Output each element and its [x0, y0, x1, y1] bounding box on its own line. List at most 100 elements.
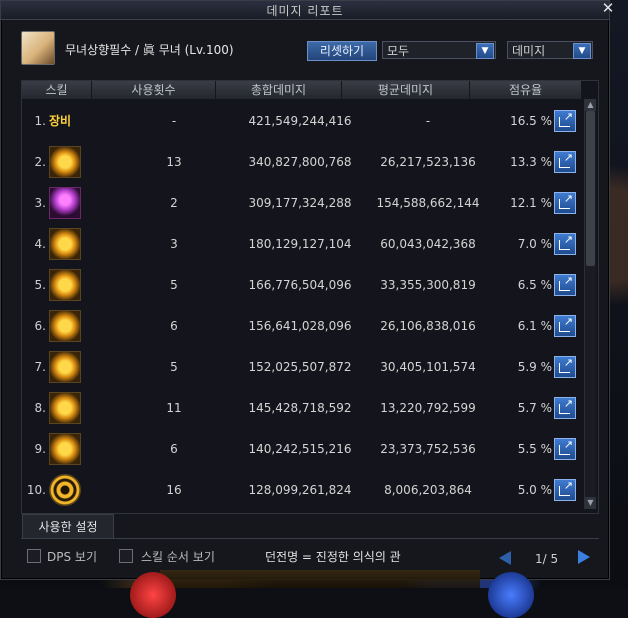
total-damage: 140,242,515,216	[248, 442, 352, 456]
row-rank: 3.	[34, 196, 46, 210]
average-damage: 26,217,523,136	[380, 155, 476, 169]
export-icon[interactable]	[554, 479, 576, 501]
use-count: -	[171, 114, 177, 128]
export-icon[interactable]	[554, 438, 576, 460]
use-count: 13	[166, 155, 182, 169]
row-rank: 7.	[34, 360, 46, 374]
filter-scope-value: 모두	[387, 44, 410, 58]
header-average[interactable]: 평균데미지	[342, 81, 470, 99]
use-count: 2	[170, 196, 178, 210]
share-percent: 5.7 %	[517, 401, 552, 415]
export-icon[interactable]	[554, 397, 576, 419]
next-page-icon[interactable]	[578, 550, 590, 564]
total-damage: 340,827,800,768	[248, 155, 352, 169]
total-damage: 152,025,507,872	[248, 360, 352, 374]
share-percent: 6.1 %	[517, 319, 552, 333]
table-row: 10. 16 128,099,261,824 8,006,203,864 5.0…	[22, 471, 582, 510]
average-damage: 13,220,792,599	[380, 401, 476, 415]
average-damage: 30,405,101,574	[380, 360, 476, 374]
header-uses[interactable]: 사용횟수	[92, 81, 216, 99]
table-row: 1. 장비 - 421,549,244,416 - 16.5 %	[22, 102, 582, 141]
table-row: 3. 2 309,177,324,288 154,588,662,144 12.…	[22, 184, 582, 223]
mp-orb	[488, 572, 534, 618]
export-icon[interactable]	[554, 274, 576, 296]
total-damage: 156,641,028,096	[248, 319, 352, 333]
use-count: 16	[166, 483, 182, 497]
row-rank: 4.	[34, 237, 46, 251]
vertical-scrollbar[interactable]: ▲ ▼	[584, 99, 596, 509]
table-row: 8. 11 145,428,718,592 13,220,792,599 5.7…	[22, 389, 582, 428]
character-name: 무녀상향필수 / 眞 무녀 (Lv.100)	[65, 43, 234, 57]
table-row: 2. 13 340,827,800,768 26,217,523,136 13.…	[22, 143, 582, 182]
damage-table: 스킬 사용횟수 총합데미지 평균데미지 점유율 1. 장비 - 421,549,…	[21, 80, 599, 514]
scroll-up-icon[interactable]: ▲	[585, 99, 596, 111]
row-rank: 9.	[34, 442, 46, 456]
skill-icon	[49, 433, 81, 465]
dps-checkbox[interactable]	[27, 549, 41, 563]
row-rank: 6.	[34, 319, 46, 333]
average-damage: 23,373,752,536	[380, 442, 476, 456]
chevron-down-icon[interactable]: ▼	[476, 43, 494, 59]
use-count: 6	[170, 442, 178, 456]
header-share[interactable]: 점유율	[470, 81, 582, 99]
dungeon-name: 던전명 = 진정한 의식의 관	[265, 550, 401, 564]
average-damage: -	[425, 114, 431, 128]
title-bar[interactable]: 데미지 리포트	[1, 1, 609, 20]
skill-icon	[49, 310, 81, 342]
filter-dropdown-scope[interactable]: 모두 ▼	[382, 41, 496, 59]
filter-dropdown-metric[interactable]: 데미지 ▼	[507, 41, 593, 59]
reset-button[interactable]: 리셋하기	[307, 41, 377, 61]
equipment-label: 장비	[49, 114, 72, 128]
use-count: 6	[170, 319, 178, 333]
skill-icon	[49, 392, 81, 424]
skill-icon	[49, 228, 81, 260]
skill-order-checkbox[interactable]	[119, 549, 133, 563]
share-percent: 13.3 %	[510, 155, 552, 169]
chevron-down-icon[interactable]: ▼	[573, 43, 591, 59]
share-percent: 5.0 %	[517, 483, 552, 497]
prev-page-icon[interactable]	[499, 551, 511, 565]
total-damage: 421,549,244,416	[248, 114, 352, 128]
average-damage: 8,006,203,864	[384, 483, 472, 497]
table-row: 5. 5 166,776,504,096 33,355,300,819 6.5 …	[22, 266, 582, 305]
share-percent: 5.5 %	[517, 442, 552, 456]
used-settings-tab[interactable]: 사용한 설정	[22, 514, 114, 539]
character-portrait	[21, 31, 55, 65]
average-damage: 33,355,300,819	[380, 278, 476, 292]
export-icon[interactable]	[554, 192, 576, 214]
row-rank: 8.	[34, 401, 46, 415]
table-row: 7. 5 152,025,507,872 30,405,101,574 5.9 …	[22, 348, 582, 387]
scroll-thumb[interactable]	[586, 111, 595, 266]
share-percent: 12.1 %	[510, 196, 552, 210]
skill-icon	[49, 474, 81, 506]
export-icon[interactable]	[554, 151, 576, 173]
filter-metric-value: 데미지	[512, 44, 546, 58]
skill-icon	[49, 187, 81, 219]
total-damage: 309,177,324,288	[248, 196, 352, 210]
divider	[21, 538, 599, 539]
total-damage: 166,776,504,096	[248, 278, 352, 292]
skill-icon	[49, 351, 81, 383]
export-icon[interactable]	[554, 315, 576, 337]
table-row: 4. 3 180,129,127,104 60,043,042,368 7.0 …	[22, 225, 582, 264]
page-indicator: 1/ 5	[535, 552, 559, 566]
share-percent: 16.5 %	[510, 114, 552, 128]
scroll-down-icon[interactable]: ▼	[585, 497, 596, 509]
header-total[interactable]: 총합데미지	[216, 81, 342, 99]
total-damage: 145,428,718,592	[248, 401, 352, 415]
use-count: 5	[170, 360, 178, 374]
header-skill[interactable]: 스킬	[22, 81, 92, 99]
row-rank: 1.	[34, 114, 46, 128]
export-icon[interactable]	[554, 356, 576, 378]
window-title: 데미지 리포트	[266, 4, 344, 18]
export-icon[interactable]	[554, 233, 576, 255]
close-icon[interactable]: ✕	[600, 0, 616, 16]
total-damage: 128,099,261,824	[248, 483, 352, 497]
export-icon[interactable]	[554, 110, 576, 132]
use-count: 5	[170, 278, 178, 292]
use-count: 3	[170, 237, 178, 251]
row-rank: 2.	[34, 155, 46, 169]
share-percent: 5.9 %	[517, 360, 552, 374]
table-header: 스킬 사용횟수 총합데미지 평균데미지 점유율	[22, 81, 582, 99]
dps-label: DPS 보기	[47, 550, 97, 564]
